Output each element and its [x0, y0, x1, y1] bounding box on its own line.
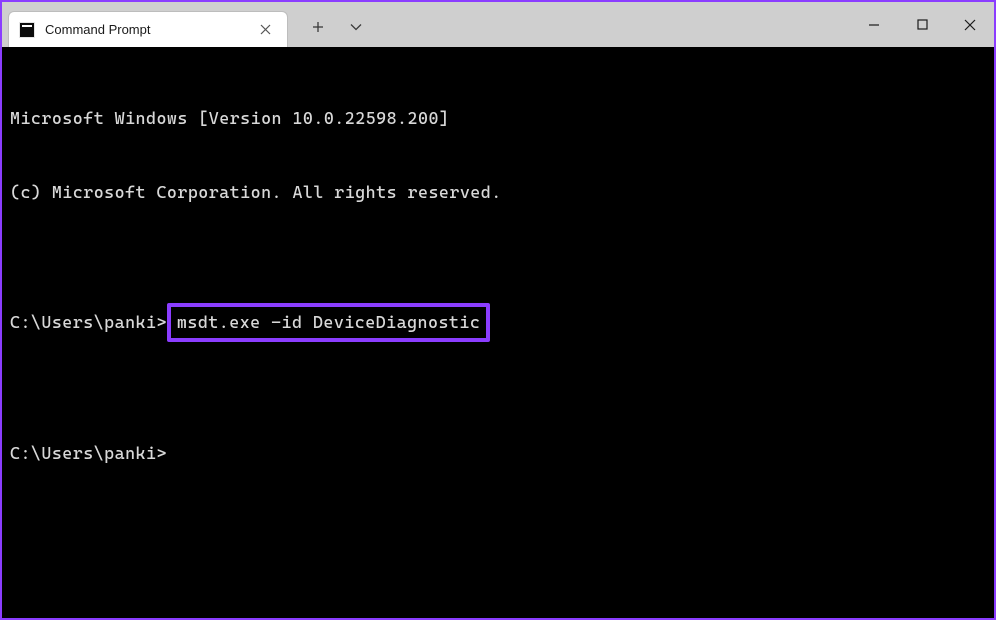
maximize-button[interactable] — [898, 2, 946, 47]
close-icon — [964, 19, 976, 31]
chevron-down-icon — [350, 23, 362, 31]
prompt-prefix: C:\Users\panki> — [10, 310, 167, 335]
highlighted-command: msdt.exe -id DeviceDiagnostic — [167, 303, 490, 342]
tab-actions — [288, 6, 372, 47]
terminal-content[interactable]: Microsoft Windows [Version 10.0.22598.20… — [2, 47, 994, 618]
new-tab-button[interactable] — [302, 11, 334, 43]
tab-active[interactable]: Command Prompt — [8, 11, 288, 47]
maximize-icon — [917, 19, 928, 30]
cmd-icon — [19, 22, 35, 38]
titlebar: Command Prompt — [2, 2, 994, 47]
terminal-output-line: (c) Microsoft Corporation. All rights re… — [10, 180, 986, 205]
tab-close-button[interactable] — [253, 18, 277, 42]
terminal-output-line: Microsoft Windows [Version 10.0.22598.20… — [10, 106, 986, 131]
close-window-button[interactable] — [946, 2, 994, 47]
plus-icon — [312, 21, 324, 33]
tab-area: Command Prompt — [2, 2, 850, 47]
close-icon — [260, 24, 271, 35]
minimize-icon — [868, 19, 880, 31]
tab-title: Command Prompt — [45, 22, 243, 37]
minimize-button[interactable] — [850, 2, 898, 47]
tab-dropdown-button[interactable] — [340, 11, 372, 43]
terminal-prompt-line: C:\Users\panki> — [10, 441, 986, 466]
terminal-prompt-line: C:\Users\panki>msdt.exe -id DeviceDiagno… — [10, 303, 986, 342]
window-controls — [850, 2, 994, 47]
terminal-window: Command Prompt — [0, 0, 996, 620]
